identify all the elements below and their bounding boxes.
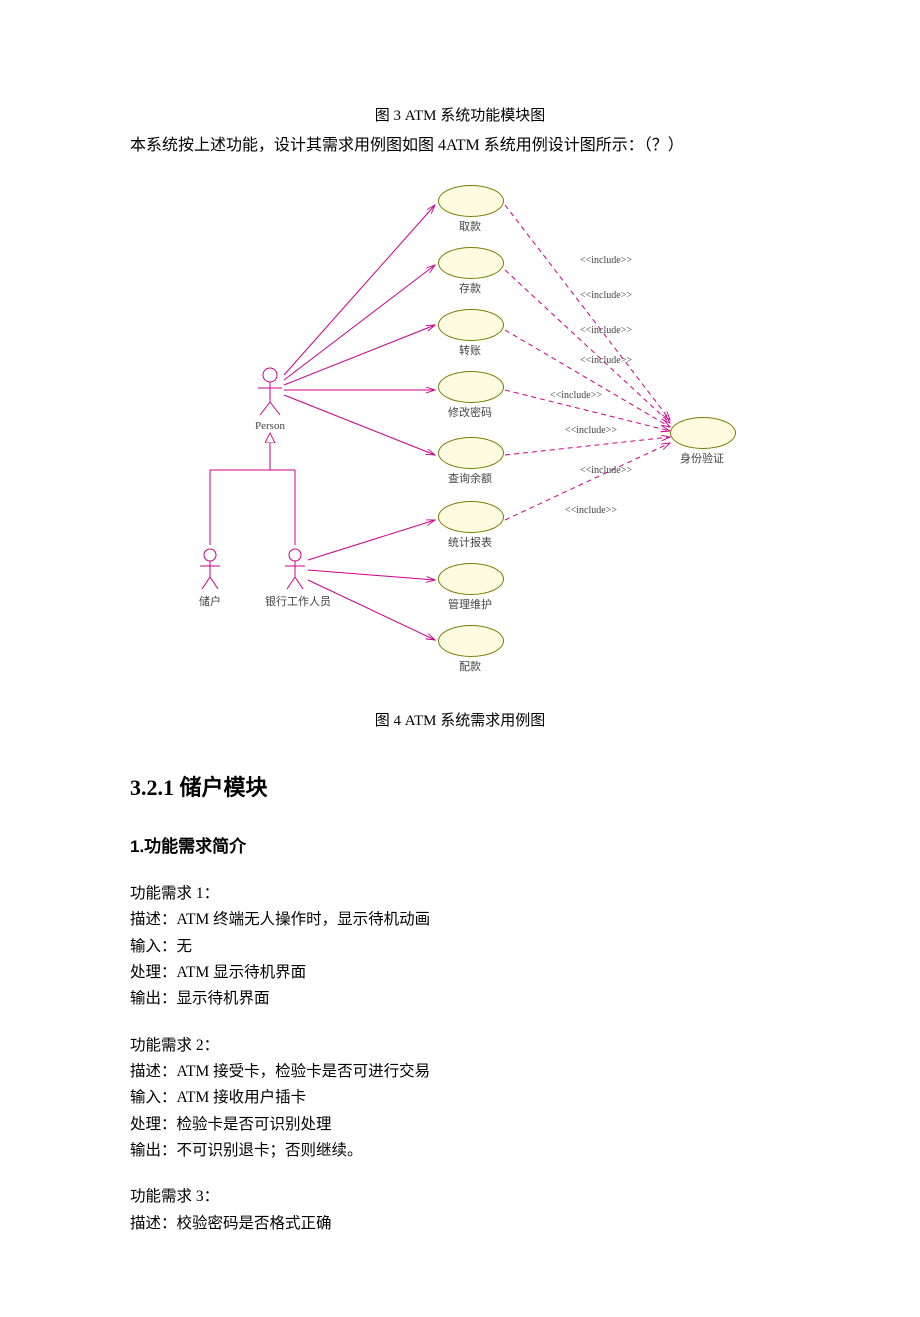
req2-title: 功能需求 2： (130, 1033, 790, 1059)
usecase-changepw-label: 修改密码 (430, 404, 510, 420)
req1-desc: 描述：ATM 终端无人操作时，显示待机动画 (130, 907, 790, 933)
requirement-3: 功能需求 3： 描述：校验密码是否格式正确 (130, 1184, 790, 1237)
req2-output: 输出：不可识别退卡；否则继续。 (130, 1138, 790, 1164)
section-heading-req: 1.功能需求简介 (130, 832, 790, 857)
usecase-changepw (438, 371, 504, 403)
req2-input: 输入：ATM 接收用户插卡 (130, 1085, 790, 1111)
include-label-6: <<include>> (565, 425, 617, 436)
figure3-caption: 图 3 ATM 系统功能模块图 (130, 104, 790, 125)
usecase-cash-label: 配款 (430, 658, 510, 674)
usecase-deposit (438, 247, 504, 279)
req3-title: 功能需求 3： (130, 1184, 790, 1210)
usecase-balance-label: 查询余额 (430, 470, 510, 486)
usecase-balance (438, 437, 504, 469)
usecase-auth-label: 身份验证 (662, 450, 742, 466)
include-label-8: <<include>> (565, 505, 617, 516)
include-label-3: <<include>> (580, 325, 632, 336)
include-label-1: <<include>> (580, 255, 632, 266)
include-label-2: <<include>> (580, 290, 632, 301)
requirement-2: 功能需求 2： 描述：ATM 接受卡，检验卡是否可进行交易 输入：ATM 接收用… (130, 1033, 790, 1165)
req1-process: 处理：ATM 显示待机界面 (130, 960, 790, 986)
req1-input: 输入：无 (130, 934, 790, 960)
usecase-transfer-label: 转账 (430, 342, 510, 358)
usecase-withdraw-label: 取款 (430, 218, 510, 234)
include-label-5: <<include>> (550, 390, 602, 401)
req3-desc: 描述：校验密码是否格式正确 (130, 1211, 790, 1237)
req1-output: 输出：显示待机界面 (130, 986, 790, 1012)
usecase-maintain-label: 管理维护 (430, 596, 510, 612)
usecase-deposit-label: 存款 (430, 280, 510, 296)
include-label-7: <<include>> (580, 465, 632, 476)
section-heading-321: 3.2.1 储户模块 (130, 770, 790, 802)
usecase-withdraw (438, 185, 504, 217)
actor-customer-label: 储户 (192, 593, 228, 609)
requirement-1: 功能需求 1： 描述：ATM 终端无人操作时，显示待机动画 输入：无 处理：AT… (130, 881, 790, 1013)
usecase-diagram: 取款 存款 转账 修改密码 查询余额 统计报表 管理维护 配款 身份验证 <<i… (180, 175, 740, 705)
usecase-transfer (438, 309, 504, 341)
actor-staff-label: 银行工作人员 (258, 593, 338, 609)
usecase-maintain (438, 563, 504, 595)
figure4-caption: 图 4 ATM 系统需求用例图 (130, 709, 790, 730)
req2-process: 处理：检验卡是否可识别处理 (130, 1112, 790, 1138)
intro-text: 本系统按上述功能，设计其需求用例图如图 4ATM 系统用例设计图所示：（？） (130, 131, 790, 155)
usecase-cash (438, 625, 504, 657)
actor-person-label: Person (250, 420, 290, 432)
usecase-auth (670, 417, 736, 449)
usecase-report (438, 501, 504, 533)
req2-desc: 描述：ATM 接受卡，检验卡是否可进行交易 (130, 1059, 790, 1085)
usecase-report-label: 统计报表 (430, 534, 510, 550)
include-label-4: <<include>> (580, 355, 632, 366)
req1-title: 功能需求 1： (130, 881, 790, 907)
